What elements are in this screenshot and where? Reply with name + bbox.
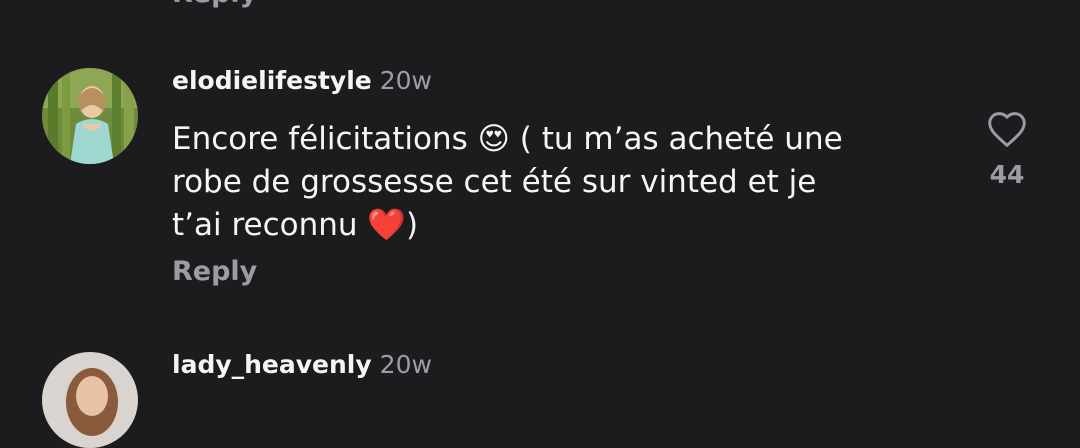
comment-timestamp: 20w bbox=[379, 66, 433, 95]
reply-button[interactable]: Reply bbox=[172, 256, 257, 287]
comment-timestamp: 20w bbox=[379, 350, 432, 379]
comment-username[interactable]: elodielifestyle bbox=[172, 66, 372, 95]
like-count: 44 bbox=[989, 160, 1025, 189]
like-button[interactable]: 44 bbox=[980, 110, 1034, 189]
comment-header: elodielifestyle 20w bbox=[172, 68, 432, 93]
previous-reply-button[interactable]: Reply bbox=[172, 0, 257, 9]
comment-header: lady_heavenly 20w bbox=[172, 352, 432, 377]
comment-username[interactable]: lady_heavenly bbox=[172, 350, 372, 379]
avatar[interactable] bbox=[42, 68, 138, 164]
avatar[interactable] bbox=[42, 352, 138, 448]
heart-outline-icon bbox=[980, 110, 1034, 148]
comment-text: Encore félicitations 😍 ( tu m’as acheté … bbox=[172, 121, 843, 243]
